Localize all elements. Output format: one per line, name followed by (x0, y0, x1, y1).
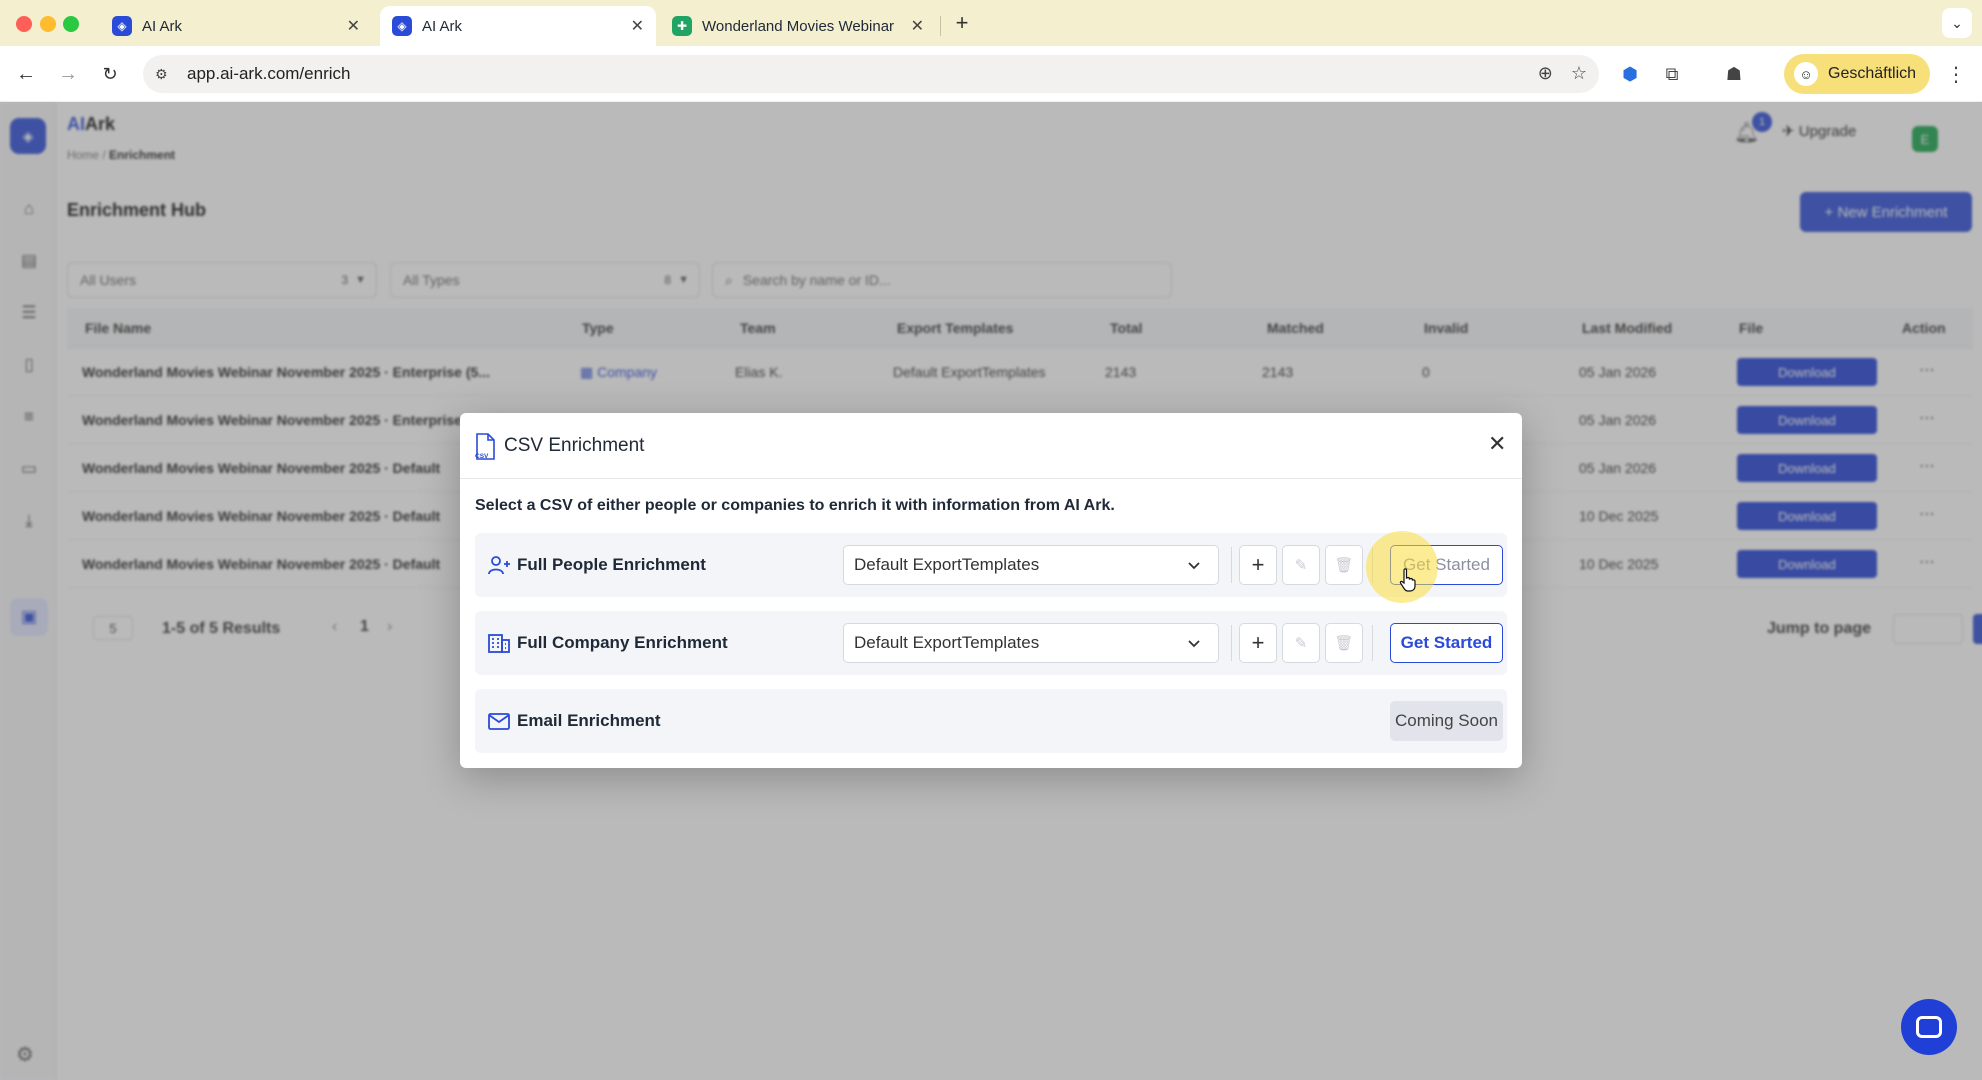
browser-tab-1[interactable]: ◈ AI Ark ✕ (100, 6, 372, 46)
profile-button[interactable]: ☺ Geschäftlich (1784, 54, 1930, 94)
window-minimize-button[interactable] (40, 16, 56, 32)
company-enrichment-row: Full Company Enrichment Default ExportTe… (475, 611, 1507, 675)
tab-separator (940, 16, 941, 36)
chevron-down-icon (1188, 640, 1200, 648)
site-settings-icon[interactable]: ⚙ (155, 66, 175, 83)
csv-file-icon: CSV (475, 433, 495, 460)
trash-icon: 🗑︎ (1334, 557, 1354, 574)
ai-ark-favicon-icon: ◈ (112, 16, 132, 36)
trash-icon: 🗑︎ (1334, 635, 1354, 652)
company-enrichment-label: Full Company Enrichment (517, 633, 728, 652)
incognito-icon[interactable]: ☗ (1720, 60, 1748, 88)
add-template-button[interactable]: + (1239, 623, 1277, 663)
csv-badge-text: CSV (475, 453, 489, 460)
delete-template-button[interactable]: 🗑︎ (1325, 545, 1363, 585)
tab-title: Wonderland Movies Webinar (702, 17, 895, 35)
company-get-started-button[interactable]: Get Started (1390, 623, 1503, 663)
profile-avatar-icon: ☺ (1794, 62, 1818, 86)
chat-launcher-button[interactable] (1901, 999, 1957, 1055)
divider (1372, 625, 1373, 661)
people-enrichment-row: Full People Enrichment Default ExportTem… (475, 533, 1507, 597)
email-enrichment-row: Email Enrichment Coming Soon (475, 689, 1507, 753)
tab-close-icon[interactable]: ✕ (631, 16, 644, 36)
url-text[interactable]: app.ai-ark.com/enrich (187, 64, 350, 84)
company-template-select[interactable]: Default ExportTemplates (843, 623, 1219, 663)
tab-close-icon[interactable]: ✕ (911, 16, 924, 36)
delete-template-button[interactable]: 🗑︎ (1325, 623, 1363, 663)
divider (1231, 625, 1232, 661)
browser-tab-2[interactable]: ◈ AI Ark ✕ (380, 6, 656, 46)
people-template-select[interactable]: Default ExportTemplates (843, 545, 1219, 585)
window-zoom-button[interactable] (63, 16, 79, 32)
chevron-down-icon (1188, 562, 1200, 570)
zoom-icon[interactable]: ⊕ (1538, 63, 1553, 84)
people-icon (488, 556, 510, 575)
address-bar[interactable]: ⚙ app.ai-ark.com/enrich ⊕ ☆ (143, 55, 1599, 93)
plus-icon: + (1251, 630, 1265, 655)
chat-icon (1916, 1016, 1942, 1038)
email-icon (488, 713, 510, 730)
cursor-highlight (1366, 531, 1438, 603)
extension-icon[interactable]: ⬢ (1616, 60, 1644, 88)
close-icon[interactable]: ✕ (1488, 433, 1506, 455)
pencil-icon: ✎ (1294, 557, 1308, 574)
hand-cursor-icon (1399, 568, 1416, 592)
browser-tabstrip: ◈ AI Ark ✕ ◈ AI Ark ✕ ✚ Wonderland Movie… (0, 0, 1982, 46)
edit-template-button[interactable]: ✎ (1282, 623, 1320, 663)
sheets-favicon-icon: ✚ (672, 16, 692, 36)
tab-close-icon[interactable]: ✕ (347, 16, 360, 36)
people-template-value: Default ExportTemplates (854, 555, 1040, 574)
browser-toolbar: ← → ↻ ⚙ app.ai-ark.com/enrich ⊕ ☆ ⬢ ⧉ ☗ … (0, 46, 1982, 102)
modal-header: CSV CSV Enrichment ✕ (460, 413, 1522, 479)
divider (1231, 547, 1232, 583)
browser-menu-icon[interactable]: ⋮ (1942, 60, 1970, 88)
profile-label: Geschäftlich (1828, 65, 1917, 82)
bookmark-star-icon[interactable]: ☆ (1571, 63, 1587, 84)
building-icon (488, 634, 510, 653)
tab-title: AI Ark (422, 17, 463, 35)
reload-icon[interactable]: ↻ (96, 60, 124, 88)
forward-arrow-icon[interactable]: → (54, 60, 82, 88)
ai-ark-favicon-icon: ◈ (392, 16, 412, 36)
modal-title: CSV Enrichment (504, 435, 645, 456)
window-close-button[interactable] (16, 16, 32, 32)
browser-tab-3[interactable]: ✚ Wonderland Movies Webinar ✕ (660, 6, 936, 46)
coming-soon-badge: Coming Soon (1390, 701, 1503, 741)
edit-template-button[interactable]: ✎ (1282, 545, 1320, 585)
people-enrichment-label: Full People Enrichment (517, 555, 706, 574)
add-template-button[interactable]: + (1239, 545, 1277, 585)
company-template-value: Default ExportTemplates (854, 633, 1040, 652)
modal-description: Select a CSV of either people or compani… (475, 497, 1115, 514)
extensions-puzzle-icon[interactable]: ⧉ (1658, 60, 1686, 88)
csv-enrichment-modal: CSV CSV Enrichment ✕ Select a CSV of eit… (460, 413, 1522, 768)
new-tab-icon[interactable]: + (950, 10, 974, 36)
tab-search-chevron-icon[interactable]: ⌄ (1942, 8, 1972, 38)
back-arrow-icon[interactable]: ← (12, 60, 40, 88)
tab-title: AI Ark (142, 17, 183, 35)
pencil-icon: ✎ (1294, 635, 1308, 652)
email-enrichment-label: Email Enrichment (517, 711, 661, 730)
plus-icon: + (1251, 552, 1265, 577)
